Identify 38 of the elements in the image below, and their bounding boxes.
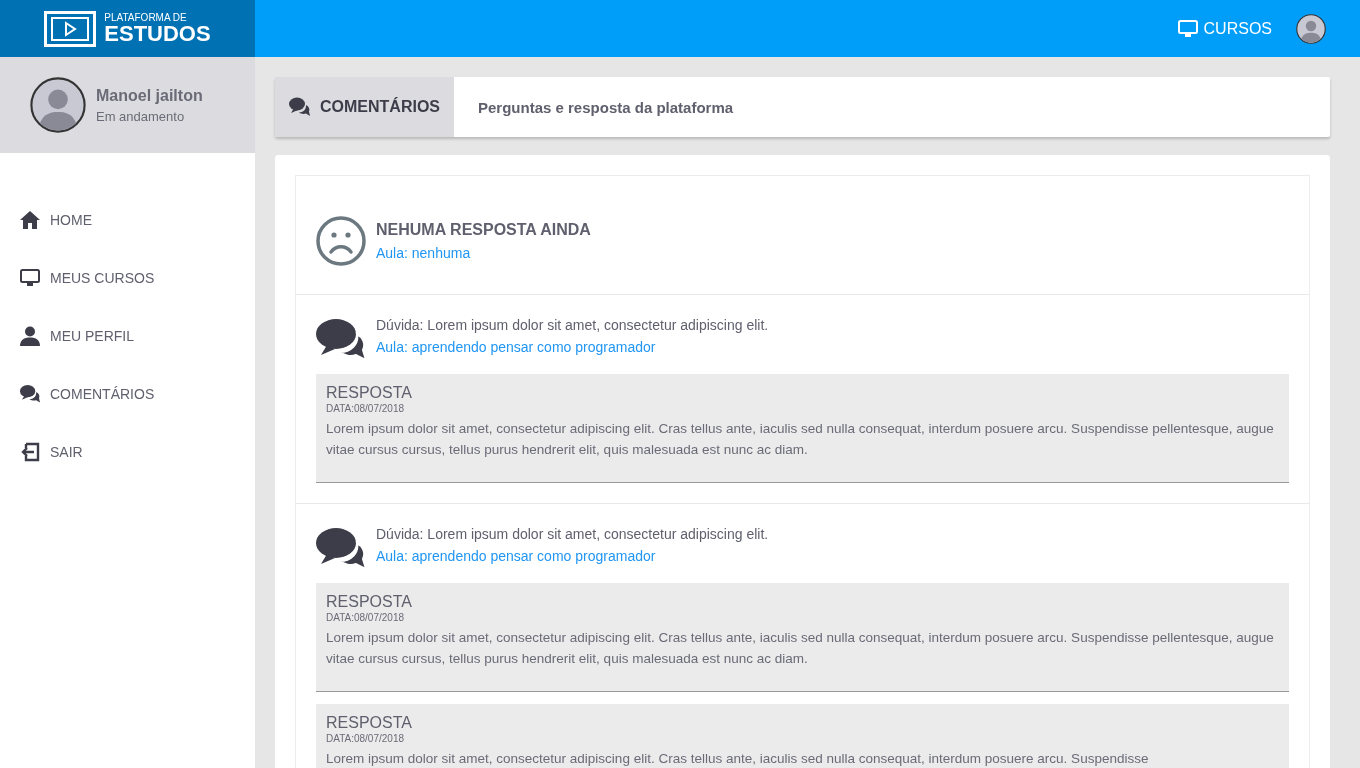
menu-item[interactable]: MEU PERFIL [0, 307, 255, 365]
question-text: Dúvida: Lorem ipsum dolor sit amet, consectetur adipiscing elit. [376, 317, 769, 333]
page-subtitle: Perguntas e resposta da plataforma [477, 97, 734, 118]
answer-heading: RESPOSTA [326, 384, 413, 402]
answer-heading: RESPOSTA [326, 593, 413, 611]
answer-text: Lorem ipsum dolor sit amet, consectetur adipiscing elit. Cras tellus ante, iaculis sed nulla consequat, interdum posuere arcu. Suspendisse [326, 750, 1150, 768]
answer-date: DATA:08/07/2018 [326, 612, 405, 623]
empty-title: NEHUMA RESPOSTA AINDA [376, 221, 591, 239]
avatar-icon [30, 77, 86, 133]
exit-icon [20, 442, 40, 462]
brand-title: ESTUDOS [104, 23, 211, 45]
speech-bubbles-icon [316, 317, 366, 362]
menu-item[interactable]: HOME [0, 191, 255, 249]
monitor-icon [1177, 19, 1198, 38]
avatar-icon [1296, 13, 1326, 44]
answer-heading: RESPOSTA [326, 714, 413, 732]
user-icon [20, 326, 40, 346]
menu-item[interactable]: COMENTÁRIOS [0, 365, 255, 423]
user-status: Em andamento [96, 108, 186, 124]
play-icon [44, 10, 97, 47]
sad-face-icon [316, 216, 366, 266]
menu-item[interactable]: MEUS CURSOS [0, 249, 255, 307]
lesson-link[interactable]: Aula: aprendendo pensar como programador [376, 548, 769, 564]
answer-text: Lorem ipsum dolor sit amet, consectetur adipiscing elit. Cras tellus ante, iaculis sed nulla consequat, interdum posuere arcu. Suspendisse pellentesque, augue vitae cursus cursus, tellus purus hendrerit elit, quis malesuada est nunc ac diam. [326, 629, 1275, 668]
speech-bubbles-icon [316, 526, 366, 571]
speech-bubbles-icon [20, 384, 40, 404]
menu-item[interactable]: SAIR [0, 423, 255, 481]
speech-bubbles-icon [289, 97, 310, 117]
lesson-link[interactable]: Aula: aprendendo pensar como programador [376, 339, 769, 355]
lesson-link[interactable]: Aula: nenhuma [376, 245, 591, 261]
brand-subtitle: PLATAFORMA DE [104, 12, 188, 23]
user-name: Manoel jailton [96, 86, 203, 105]
answer-date: DATA:08/07/2018 [326, 733, 405, 744]
home-icon [20, 211, 40, 229]
question-text: Dúvida: Lorem ipsum dolor sit amet, consectetur adipiscing elit. [376, 526, 769, 542]
answer-date: DATA:08/07/2018 [326, 403, 405, 414]
monitor-icon [20, 269, 40, 287]
answer-text: Lorem ipsum dolor sit amet, consectetur adipiscing elit. Cras tellus ante, iaculis sed nulla consequat, interdum posuere arcu. Suspendisse pellentesque, augue vitae cursus cursus, tellus purus hendrerit elit, quis malesuada est nunc ac diam. [326, 420, 1275, 459]
